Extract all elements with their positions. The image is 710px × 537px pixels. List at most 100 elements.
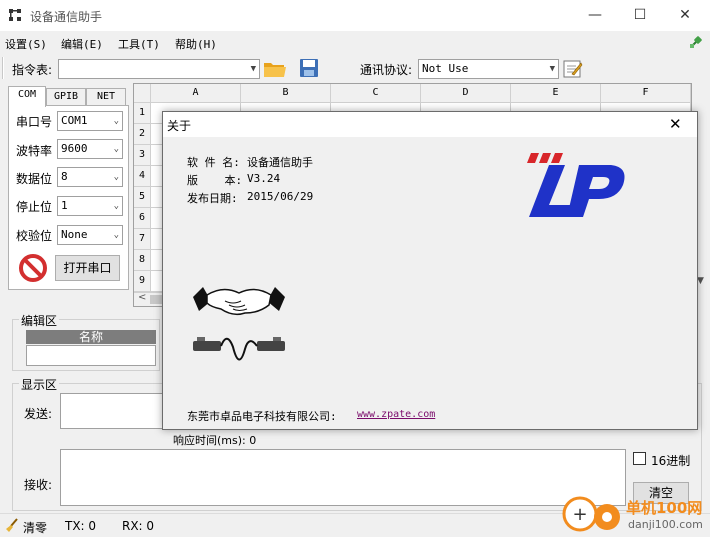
toolbar-grip — [2, 57, 4, 79]
connection-tabs: COM GPIB NET — [8, 86, 126, 107]
about-dialog: 关于 ✕ 软 件 名: 设备通信助手 版 本: V3.24 发布日期: 2015… — [162, 111, 698, 430]
protocol-label: 通讯协议: — [360, 63, 413, 77]
grid-row-header[interactable]: 6 — [134, 208, 151, 229]
chevron-down-icon: ⌄ — [113, 201, 119, 211]
command-table-label: 指令表: — [12, 63, 53, 77]
about-title-bar: 关于 ✕ — [163, 112, 697, 137]
receive-textbox[interactable] — [60, 449, 626, 506]
response-time-label: 响应时间(ms): 0 — [173, 434, 257, 447]
name-input[interactable] — [26, 345, 156, 366]
hex-label: 16进制 — [651, 454, 691, 468]
title-bar: 设备通信助手 — ☐ ✕ — [0, 0, 710, 31]
handshake-icon — [193, 287, 285, 361]
tab-com[interactable]: COM — [8, 86, 46, 107]
minimize-button[interactable]: — — [572, 0, 618, 31]
chevron-down-icon: ⌄ — [113, 144, 119, 154]
baud-select[interactable]: 9600 ⌄ — [57, 139, 123, 159]
menu-help[interactable]: 帮助(H) — [175, 36, 217, 52]
tab-gpib[interactable]: GPIB — [46, 88, 86, 106]
parity-label: 校验位 — [16, 229, 53, 243]
about-close-button[interactable]: ✕ — [669, 115, 682, 133]
stop-bits-label: 停止位 — [16, 200, 53, 214]
baud-label: 波特率 — [16, 144, 53, 158]
stop-bits-select[interactable]: 1 ⌄ — [57, 196, 123, 216]
chevron-down-icon: ⌄ — [113, 230, 119, 240]
chevron-down-icon: ⌄ — [113, 172, 119, 182]
grid-row-header[interactable]: 7 — [134, 229, 151, 250]
grid-row-header[interactable]: 9 — [134, 271, 151, 292]
receive-label: 接收: — [24, 478, 53, 492]
tab-net[interactable]: NET — [86, 88, 126, 106]
command-table-select[interactable]: ▼ — [58, 59, 260, 79]
release-date-value: 2015/06/29 — [247, 190, 314, 203]
data-bits-label: 数据位 — [16, 172, 53, 186]
stop-icon — [19, 254, 47, 282]
menu-settings[interactable]: 设置(S) — [5, 36, 47, 52]
tx-count: TX: 0 — [65, 519, 97, 533]
menu-tools[interactable]: 工具(T) — [118, 36, 160, 52]
grid-column-header[interactable]: A — [151, 84, 241, 103]
data-bits-select[interactable]: 8 ⌄ — [57, 167, 123, 187]
grid-row-header[interactable]: 8 — [134, 250, 151, 271]
port-label: 串口号 — [16, 115, 53, 129]
grid-column-header[interactable]: E — [511, 84, 601, 103]
name-column-header: 名称 — [26, 330, 156, 344]
app-icon — [9, 9, 21, 21]
grid-column-header[interactable]: B — [241, 84, 331, 103]
protocol-value: Not Use — [422, 62, 469, 75]
grid-column-header[interactable]: F — [601, 84, 691, 103]
stop-bits-value: 1 — [61, 199, 68, 212]
protocol-select[interactable]: Not Use ▼ — [418, 59, 559, 79]
folder-open-icon[interactable] — [263, 59, 287, 79]
display-area-title: 显示区 — [19, 376, 60, 393]
baud-value: 9600 — [61, 142, 88, 155]
grid-column-header[interactable]: C — [331, 84, 421, 103]
chevron-down-icon: ▼ — [549, 64, 555, 74]
grid-row-header[interactable]: 4 — [134, 166, 151, 187]
port-value: COM1 — [61, 114, 88, 127]
watermark-text: 单机100网 — [626, 499, 703, 517]
close-button[interactable]: ✕ — [662, 0, 708, 31]
grid-row-header[interactable]: 1 — [134, 103, 151, 124]
scroll-left-icon[interactable]: < — [138, 292, 146, 303]
plug-icon[interactable] — [689, 35, 703, 49]
save-icon[interactable] — [299, 58, 319, 78]
parity-select[interactable]: None ⌄ — [57, 225, 123, 245]
release-date-label: 发布日期: — [187, 192, 238, 205]
company-website-link[interactable]: www.zpate.com — [357, 409, 435, 420]
menu-edit[interactable]: 编辑(E) — [61, 36, 103, 52]
grid-row-header[interactable]: 3 — [134, 145, 151, 166]
open-port-button[interactable]: 打开串口 — [55, 255, 120, 281]
version-value: V3.24 — [247, 172, 281, 185]
grid-corner — [134, 84, 151, 103]
watermark: + 单机100网 danji100.com — [562, 494, 710, 537]
about-body: 软 件 名: 设备通信助手 版 本: V3.24 发布日期: 2015/06/2… — [163, 137, 697, 429]
grid-row-header[interactable]: 2 — [134, 124, 151, 145]
watermark-ball-icon — [594, 504, 620, 530]
maximize-button[interactable]: ☐ — [617, 0, 663, 31]
send-textbox[interactable] — [60, 393, 164, 429]
broom-icon[interactable] — [4, 517, 20, 533]
edit-protocol-icon[interactable] — [563, 59, 583, 79]
edit-area-title: 编辑区 — [19, 312, 60, 329]
company-name: 东莞市卓品电子科技有限公司: — [187, 410, 337, 423]
menu-bar: 设置(S) 编辑(E) 工具(T) 帮助(H) — [0, 31, 710, 53]
chevron-down-icon: ⌄ — [113, 116, 119, 126]
scroll-down-icon[interactable]: ▼ — [697, 276, 704, 286]
parity-value: None — [61, 228, 88, 241]
grid-column-header[interactable]: D — [421, 84, 511, 103]
serial-settings-panel: 串口号 COM1 ⌄ 波特率 9600 ⌄ 数据位 8 ⌄ 停止位 1 ⌄ 校验位 No… — [8, 105, 129, 290]
hex-checkbox[interactable] — [633, 452, 646, 465]
window-title: 设备通信助手 — [30, 10, 103, 24]
data-bits-value: 8 — [61, 170, 68, 183]
watermark-url: danji100.com — [628, 518, 703, 531]
send-label: 发送: — [24, 407, 53, 421]
clear-counter-label[interactable]: 清零 — [23, 519, 47, 536]
grid-row-header[interactable]: 5 — [134, 187, 151, 208]
chevron-down-icon: ▼ — [250, 64, 256, 74]
port-select[interactable]: COM1 ⌄ — [57, 111, 123, 131]
about-title: 关于 — [167, 119, 192, 133]
version-label: 版 本: — [187, 174, 243, 187]
svg-text:+: + — [572, 504, 587, 525]
software-label: 软 件 名: — [187, 156, 240, 169]
